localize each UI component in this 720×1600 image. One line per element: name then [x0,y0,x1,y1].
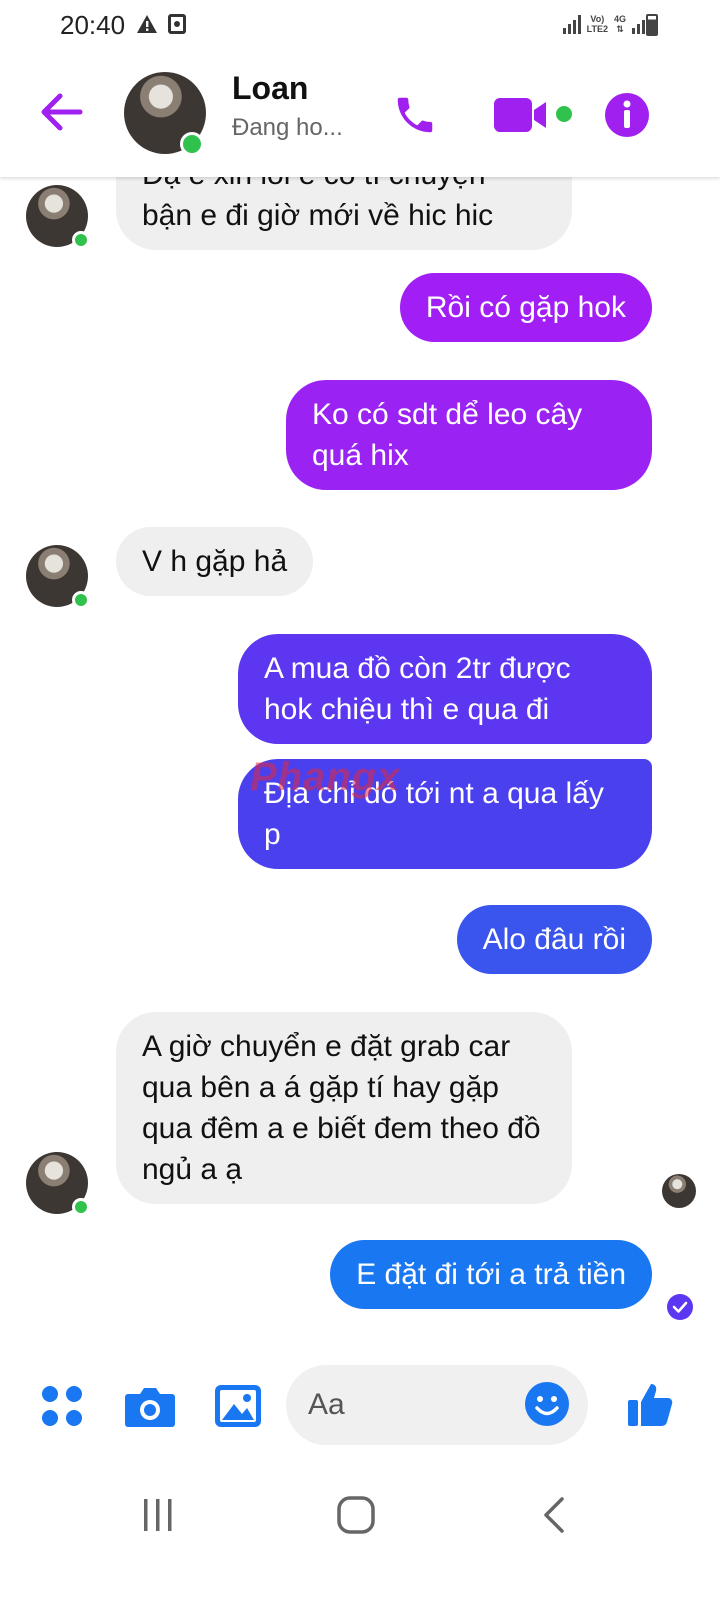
emoji-icon[interactable] [524,1381,570,1427]
incoming-message[interactable]: Dạ e xin lỗi e có tí chuyện bận e đi giờ… [116,177,572,250]
sender-avatar[interactable] [26,185,90,249]
contact-status: Đang ho... [232,114,343,141]
status-bar: 20:40 Vo) LTE2 4G ⇅ [0,0,720,52]
seen-avatar [662,1174,696,1208]
incoming-message[interactable]: V h gặp hả [116,527,314,596]
network-gen-label: 4G ⇅ [613,14,626,34]
recent-apps-icon[interactable] [140,1497,176,1533]
delivered-check-icon [667,1294,693,1320]
message-input-box[interactable] [286,1365,588,1445]
battery-icon [646,14,658,36]
sender-avatar[interactable] [26,545,90,609]
home-icon[interactable] [336,1495,376,1535]
online-indicator [180,132,204,156]
menu-dots-icon[interactable] [40,1384,84,1428]
sender-avatar[interactable] [26,1152,90,1216]
chat-header: Loan Đang ho... [0,52,720,177]
network-indicators: Vo) LTE2 4G ⇅ [562,14,650,34]
phone-icon[interactable] [392,92,438,138]
message-input[interactable] [308,1383,518,1427]
message-composer [0,1360,720,1460]
info-icon[interactable] [604,92,650,138]
contact-name[interactable]: Loan [232,70,308,107]
outgoing-message[interactable]: Alo đâu rồi [456,905,652,974]
outgoing-message[interactable]: A mua đồ còn 2tr được hok chiệu thì e qu… [238,634,652,744]
incoming-message[interactable]: A giờ chuyển e đặt grab car qua bên a á … [116,1012,572,1204]
online-indicator [72,591,90,609]
status-time: 20:40 [60,10,126,40]
like-thumb-icon[interactable] [626,1380,674,1428]
screen-record-icon [168,14,186,34]
message-list[interactable]: Dạ e xin lỗi e có tí chuyện bận e đi giờ… [0,177,720,1357]
warning-icon [137,15,157,33]
back-arrow-icon[interactable] [38,92,84,132]
video-online-dot [556,106,572,122]
outgoing-message[interactable]: Ko có sdt dể leo cây quá hix [286,380,652,490]
camera-icon[interactable] [124,1384,176,1428]
watermark: Phangx [250,755,401,799]
signal-1-icon [562,14,581,34]
android-nav-bar [0,1465,720,1600]
online-indicator [72,1198,90,1216]
volte-label: Vo) LTE2 [586,14,608,34]
video-camera-icon[interactable] [494,96,550,134]
back-icon[interactable] [540,1495,566,1535]
outgoing-message[interactable]: E đặt đi tới a trả tiền [330,1240,652,1309]
image-icon[interactable] [214,1384,262,1428]
online-indicator [72,231,90,249]
outgoing-message[interactable]: Rồi có gặp hok [399,273,652,342]
